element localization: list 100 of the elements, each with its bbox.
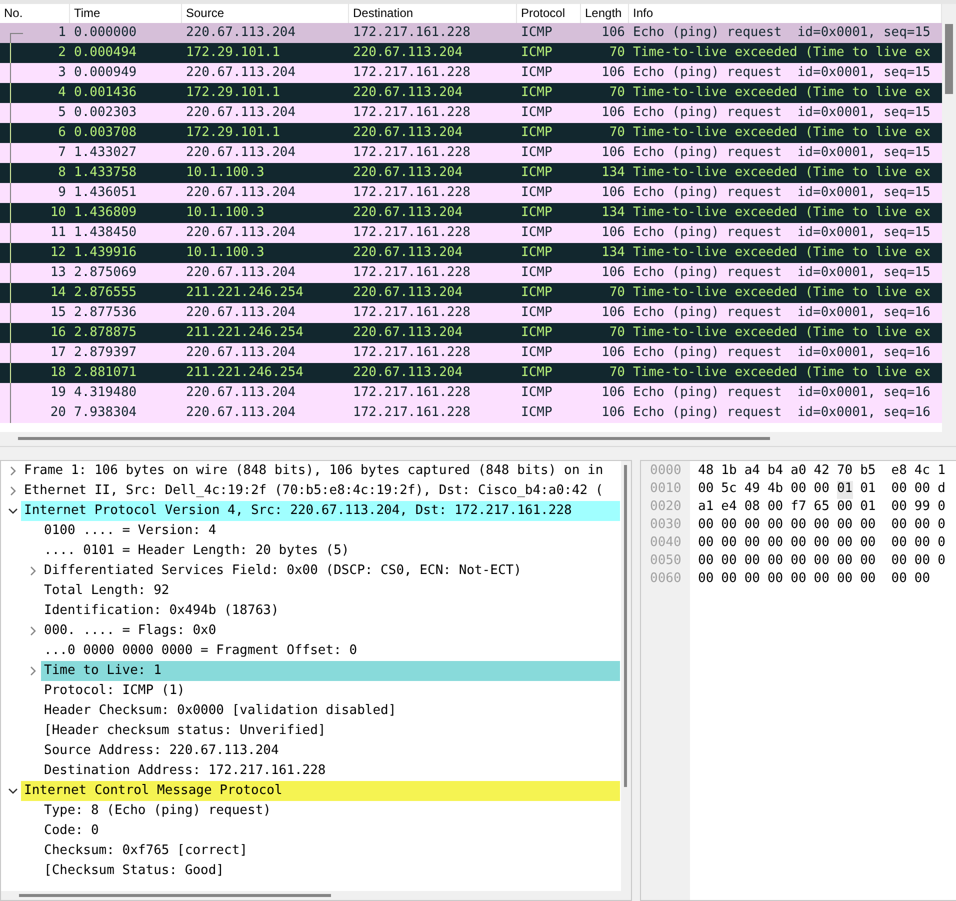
chevron-right-icon[interactable] <box>28 566 38 576</box>
chevron-right-icon[interactable] <box>8 486 18 496</box>
hex-byte[interactable]: 00 <box>767 571 784 589</box>
hex-byte[interactable]: 00 <box>914 517 930 535</box>
packet-row[interactable]: 4 0.001436 172.29.101.1 220.67.113.204 ICMP 70 Time-to-live exceeded (Time to live ex <box>0 83 942 103</box>
hex-byte[interactable]: 00 <box>744 553 760 571</box>
detail-field[interactable]: ...0 0000 0000 0000 = Fragment Offset: 0 <box>41 641 620 661</box>
hex-byte[interactable]: 00 <box>721 517 737 535</box>
hex-byte[interactable]: 00 <box>836 535 853 553</box>
detail-field[interactable]: .... 0101 = Header Length: 20 bytes (5) <box>41 541 620 561</box>
hex-byte[interactable]: 00 <box>836 499 853 517</box>
hex-byte[interactable]: 1b <box>721 463 737 481</box>
packet-row[interactable]: 11 1.438450 220.67.113.204 172.217.161.228 ICMP 106 Echo (ping) request id=0x0001, seq=15 <box>0 223 942 243</box>
hex-byte[interactable]: 00 <box>814 535 830 553</box>
packet-row[interactable]: 16 2.878875 211.221.246.254 220.67.113.204 ICMP 70 Time-to-live exceeded (Time to live ex <box>0 323 942 343</box>
hex-byte[interactable]: 99 <box>914 499 930 517</box>
packet-row[interactable]: 5 0.002303 220.67.113.204 172.217.161.228 ICMP 106 Echo (ping) request id=0x0001, seq=15 <box>0 103 942 123</box>
hex-byte[interactable]: 00 <box>790 571 806 589</box>
scrollbar-thumb[interactable] <box>18 437 770 440</box>
hex-byte[interactable]: 00 <box>698 553 714 571</box>
hex-byte[interactable]: 00 <box>914 571 930 589</box>
chevron-right-icon[interactable] <box>28 666 38 676</box>
detail-field[interactable]: Checksum: 0xf765 [correct] <box>41 841 620 861</box>
hex-byte[interactable]: 00 <box>698 571 714 589</box>
hex-byte[interactable]: 00 <box>891 553 907 571</box>
hex-byte[interactable]: 70 <box>836 463 853 481</box>
hex-byte[interactable]: 00 <box>860 553 876 571</box>
hex-byte[interactable]: 00 <box>698 481 714 499</box>
detail-field[interactable]: 0100 .... = Version: 4 <box>41 521 620 541</box>
packet-row[interactable]: 3 0.000949 220.67.113.204 172.217.161.228 ICMP 106 Echo (ping) request id=0x0001, seq=15 <box>0 63 942 83</box>
detail-field[interactable]: Identification: 0x494b (18763) <box>41 601 620 621</box>
hex-byte[interactable]: 00 <box>891 481 907 499</box>
hex-byte[interactable]: 01 <box>836 481 853 499</box>
hex-byte[interactable]: d <box>938 481 946 499</box>
hex-byte[interactable]: 00 <box>767 535 784 553</box>
hex-byte[interactable]: 00 <box>744 535 760 553</box>
scrollbar-thumb[interactable] <box>19 894 331 897</box>
hex-byte[interactable]: a1 <box>698 499 714 517</box>
packet-row[interactable]: 19 4.319480 220.67.113.204 172.217.161.228 ICMP 106 Echo (ping) request id=0x0001, seq=16 <box>0 383 942 403</box>
hex-byte[interactable]: b5 <box>860 463 876 481</box>
hex-byte[interactable]: 00 <box>914 481 930 499</box>
hex-byte[interactable]: 00 <box>790 481 806 499</box>
detail-field[interactable]: [Checksum Status: Good] <box>41 861 620 881</box>
hex-byte[interactable]: 0 <box>938 553 946 571</box>
hex-byte[interactable]: 00 <box>891 535 907 553</box>
detail-field[interactable]: 000. .... = Flags: 0x0 <box>41 621 620 641</box>
hex-byte[interactable]: 01 <box>860 481 876 499</box>
hex-byte[interactable]: 00 <box>814 571 830 589</box>
detail-field[interactable]: Code: 0 <box>41 821 620 841</box>
hex-byte[interactable]: a0 <box>790 463 806 481</box>
hex-byte[interactable]: 42 <box>814 463 830 481</box>
packet-row[interactable]: 18 2.881071 211.221.246.254 220.67.113.204 ICMP 70 Time-to-live exceeded (Time to live ex <box>0 363 942 383</box>
hex-byte[interactable]: 00 <box>836 571 853 589</box>
packet-row[interactable]: 6 0.003708 172.29.101.1 220.67.113.204 ICMP 70 Time-to-live exceeded (Time to live ex <box>0 123 942 143</box>
hex-byte[interactable]: 00 <box>721 571 737 589</box>
hex-byte[interactable]: f7 <box>790 499 806 517</box>
chevron-right-icon[interactable] <box>28 626 38 636</box>
hex-byte[interactable]: 08 <box>744 499 760 517</box>
packet-row[interactable]: 20 7.938304 220.67.113.204 172.217.161.228 ICMP 106 Echo (ping) request id=0x0001, seq=16 <box>0 403 942 423</box>
hex-byte[interactable]: 5c <box>721 481 737 499</box>
hex-byte[interactable]: 00 <box>698 535 714 553</box>
packet-row[interactable]: 10 1.436809 10.1.100.3 220.67.113.204 ICMP 134 Time-to-live exceeded (Time to live ex <box>0 203 942 223</box>
detail-field[interactable]: Header Checksum: 0x0000 [validation disabled] <box>41 701 620 721</box>
packet-row[interactable]: 9 1.436051 220.67.113.204 172.217.161.228 ICMP 106 Echo (ping) request id=0x0001, seq=15 <box>0 183 942 203</box>
packet-row[interactable]: 2 0.000494 172.29.101.1 220.67.113.204 ICMP 70 Time-to-live exceeded (Time to live ex <box>0 43 942 63</box>
packet-row[interactable]: 17 2.879397 220.67.113.204 172.217.161.228 ICMP 106 Echo (ping) request id=0x0001, seq=16 <box>0 343 942 363</box>
hex-byte[interactable]: 00 <box>860 517 876 535</box>
hex-byte[interactable]: 00 <box>814 553 830 571</box>
hex-byte[interactable]: 00 <box>721 535 737 553</box>
hex-byte[interactable]: e4 <box>721 499 737 517</box>
packet-row[interactable]: 15 2.877536 220.67.113.204 172.217.161.228 ICMP 106 Echo (ping) request id=0x0001, seq=16 <box>0 303 942 323</box>
hex-byte[interactable]: 49 <box>744 481 760 499</box>
hex-byte[interactable]: 1 <box>938 463 946 481</box>
packet-row[interactable]: 7 1.433027 220.67.113.204 172.217.161.228 ICMP 106 Echo (ping) request id=0x0001, seq=15 <box>0 143 942 163</box>
hex-byte[interactable]: e8 <box>891 463 907 481</box>
hex-byte[interactable]: 00 <box>860 571 876 589</box>
hex-byte[interactable]: 00 <box>836 553 853 571</box>
hex-byte[interactable]: 00 <box>744 517 760 535</box>
hex-byte[interactable]: 00 <box>721 553 737 571</box>
hex-byte[interactable]: 4b <box>767 481 784 499</box>
detail-field[interactable]: Total Length: 92 <box>41 581 620 601</box>
hex-byte[interactable]: 00 <box>914 535 930 553</box>
hex-byte[interactable]: 00 <box>891 571 907 589</box>
hex-byte[interactable]: b4 <box>767 463 784 481</box>
packet-row[interactable]: 1 0.000000 220.67.113.204 172.217.161.228 ICMP 106 Echo (ping) request id=0x0001, seq=15 <box>0 23 942 43</box>
packet-row[interactable]: 12 1.439916 10.1.100.3 220.67.113.204 ICMP 134 Time-to-live exceeded (Time to live ex <box>0 243 942 263</box>
hex-byte[interactable]: 0 <box>938 535 946 553</box>
detail-field[interactable]: Time to Live: 1 <box>41 661 620 681</box>
hex-byte[interactable]: 65 <box>814 499 830 517</box>
hex-byte[interactable]: 00 <box>814 517 830 535</box>
hex-byte[interactable]: 48 <box>698 463 714 481</box>
hex-byte[interactable]: 00 <box>790 553 806 571</box>
scrollbar-thumb[interactable] <box>945 24 953 94</box>
hex-byte[interactable]: 00 <box>790 535 806 553</box>
hex-byte[interactable]: 00 <box>836 517 853 535</box>
hex-byte[interactable]: 00 <box>767 499 784 517</box>
detail-field[interactable]: Source Address: 220.67.113.204 <box>41 741 620 761</box>
packet-row[interactable]: 8 1.433758 10.1.100.3 220.67.113.204 ICMP 134 Time-to-live exceeded (Time to live ex <box>0 163 942 183</box>
chevron-down-icon[interactable] <box>8 786 18 796</box>
hex-byte[interactable]: 0 <box>938 517 946 535</box>
